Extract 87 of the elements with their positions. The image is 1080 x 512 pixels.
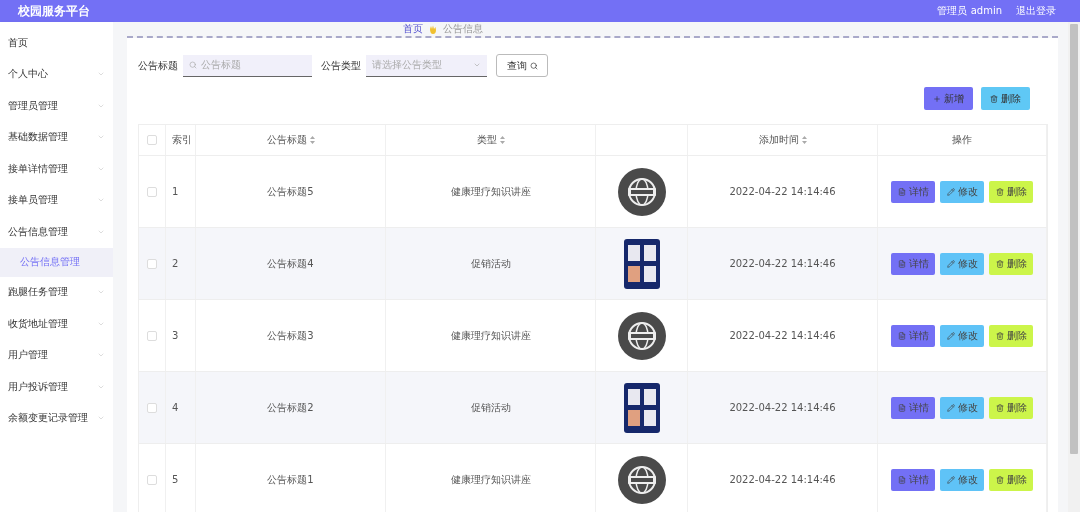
trash-icon — [990, 94, 998, 103]
checkbox[interactable] — [147, 330, 157, 341]
column-header: 类型 — [476, 133, 497, 147]
type-cell: 健康理疗知识讲座 — [450, 184, 531, 199]
trash-icon — [995, 259, 1004, 268]
document-icon — [897, 331, 906, 340]
document-icon — [897, 403, 906, 412]
delete-button[interactable]: 删除 — [989, 180, 1033, 203]
index-cell: 2 — [172, 258, 179, 269]
edit-button[interactable]: 修改 — [940, 180, 984, 203]
sort-icon[interactable] — [309, 136, 315, 144]
sidebar-subitem[interactable]: 公告信息管理 — [0, 247, 113, 277]
query-button[interactable]: 查询 — [496, 54, 548, 77]
title-cell: 公告标题5 — [267, 184, 314, 199]
title-cell: 公告标题4 — [267, 256, 314, 271]
field-label: 公告标题 — [138, 58, 178, 73]
column-header: 操作 — [952, 133, 972, 147]
sidebar-item[interactable]: 用户投诉管理 — [0, 371, 113, 403]
checkbox[interactable] — [147, 135, 157, 145]
delete-button[interactable]: 删除 — [981, 87, 1030, 110]
index-cell: 5 — [172, 474, 179, 485]
search-icon — [189, 61, 197, 69]
index-cell: 4 — [172, 402, 179, 413]
field-label: 公告类型 — [321, 58, 361, 73]
trash-icon — [995, 331, 1004, 340]
user-label: 管理员 admin — [937, 4, 1002, 18]
sidebar-item[interactable]: 接单详情管理 — [0, 153, 113, 185]
hand-icon — [428, 24, 437, 34]
column-header: 公告标题 — [266, 133, 307, 147]
document-icon — [897, 187, 906, 196]
type-cell: 促销活动 — [470, 400, 511, 415]
checkbox[interactable] — [147, 402, 157, 413]
checkbox[interactable] — [147, 258, 157, 269]
sidebar-item[interactable]: 基础数据管理 — [0, 121, 113, 153]
column-header: 索引 — [172, 133, 192, 147]
sidebar-item[interactable]: 管理员管理 — [0, 90, 113, 122]
sidebar-item[interactable]: 用户管理 — [0, 339, 113, 371]
time-cell: 2022-04-22 14:14:46 — [729, 474, 836, 485]
sort-icon[interactable] — [499, 136, 505, 144]
pencil-icon — [946, 259, 955, 268]
title-cell: 公告标题2 — [267, 400, 314, 415]
pencil-icon — [946, 331, 955, 340]
edit-button[interactable]: 修改 — [940, 252, 984, 275]
sidebar-item[interactable]: 首页 — [0, 27, 113, 59]
edit-button[interactable]: 修改 — [940, 396, 984, 419]
document-icon — [897, 475, 906, 484]
trash-icon — [995, 475, 1004, 484]
sort-icon[interactable] — [801, 136, 807, 144]
pencil-icon — [946, 187, 955, 196]
document-icon — [897, 259, 906, 268]
type-cell: 促销活动 — [470, 256, 511, 271]
sidebar-item[interactable]: 个人中心 — [0, 58, 113, 90]
logout-link[interactable]: 退出登录 — [1016, 4, 1056, 18]
sidebar-item[interactable]: 余额变更记录管理 — [0, 402, 113, 434]
scrollbar[interactable] — [1068, 22, 1080, 512]
edit-button[interactable]: 修改 — [940, 324, 984, 347]
checkbox[interactable] — [147, 474, 157, 485]
index-cell: 3 — [172, 330, 179, 341]
sidebar-item[interactable]: 接单员管理 — [0, 184, 113, 216]
index-cell: 1 — [172, 186, 179, 197]
delete-button[interactable]: 删除 — [989, 396, 1033, 419]
time-cell: 2022-04-22 14:14:46 — [729, 186, 836, 197]
plus-icon — [933, 94, 941, 103]
time-cell: 2022-04-22 14:14:46 — [729, 330, 836, 341]
time-cell: 2022-04-22 14:14:46 — [729, 402, 836, 413]
time-cell: 2022-04-22 14:14:46 — [729, 258, 836, 269]
type-cell: 健康理疗知识讲座 — [450, 328, 531, 343]
pencil-icon — [946, 475, 955, 484]
edit-button[interactable]: 修改 — [940, 468, 984, 491]
column-header: 添加时间 — [758, 133, 799, 147]
chevron-icon — [473, 61, 481, 69]
title-cell: 公告标题3 — [267, 328, 314, 343]
delete-button[interactable]: 删除 — [989, 252, 1033, 275]
delete-button[interactable]: 删除 — [989, 324, 1033, 347]
pencil-icon — [946, 403, 955, 412]
title-cell: 公告标题1 — [267, 472, 314, 487]
search-icon — [529, 61, 538, 70]
delete-button[interactable]: 删除 — [989, 468, 1033, 491]
trash-icon — [995, 403, 1004, 412]
checkbox[interactable] — [147, 186, 157, 197]
sidebar-item[interactable]: 跑腿任务管理 — [0, 276, 113, 308]
breadcrumb-link[interactable]: 首页 — [402, 22, 423, 36]
sidebar-item[interactable]: 收货地址管理 — [0, 308, 113, 340]
type-cell: 健康理疗知识讲座 — [450, 472, 531, 487]
app-title: 校园服务平台 — [18, 2, 91, 20]
sidebar-item[interactable]: 公告信息管理 — [0, 216, 113, 248]
trash-icon — [995, 187, 1004, 196]
